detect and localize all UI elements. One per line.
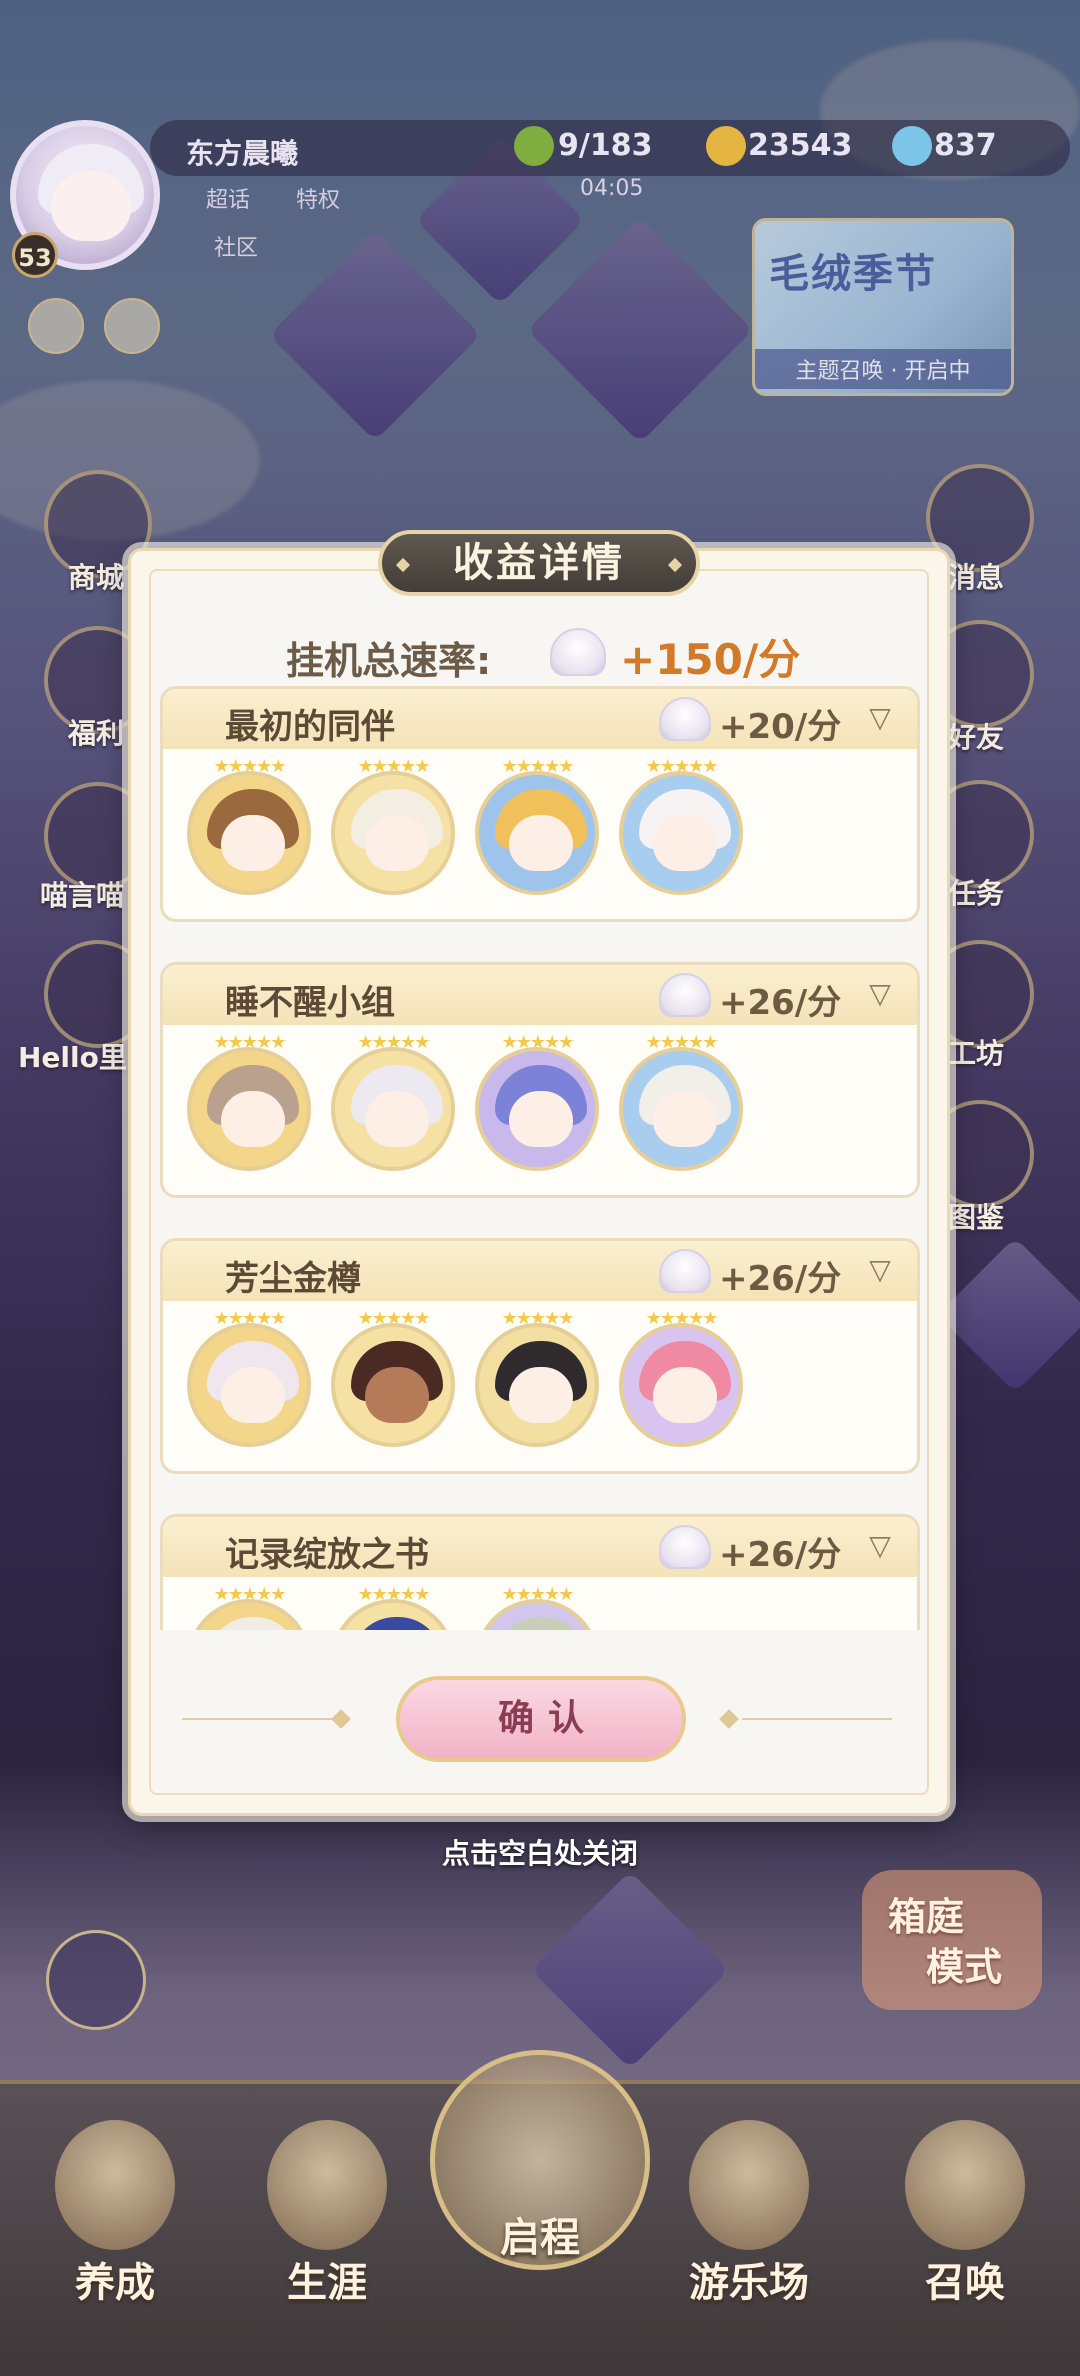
welfare-label: 福利 [68, 717, 125, 750]
nav-journey-label: 启程 [500, 2215, 580, 2261]
group-card: 睡不醒小组 +26/分 ▽ ★★★★★ ★★★★★ ★★★★★ ★★★★★ [160, 962, 920, 1198]
shell-icon [659, 1249, 711, 1293]
group-rate: +26/分 [719, 983, 842, 1023]
nav-summon-label: 召唤 [925, 2260, 1005, 2306]
nav-cultivate-label: 养成 [75, 2260, 155, 2306]
expand-arrow-icon[interactable]: ▽ [863, 701, 897, 735]
banner-title: 毛绒季节 [769, 251, 937, 297]
shell-icon [659, 1525, 711, 1569]
friends-label: 好友 [948, 721, 1005, 754]
gift-icon[interactable] [28, 298, 84, 354]
player-level-badge: 53 [12, 232, 58, 278]
event-banner[interactable]: 毛绒季节 主题召唤 · 开启中 [752, 218, 1014, 396]
cultivate-icon [55, 2120, 175, 2250]
character-avatar[interactable] [619, 771, 743, 895]
group-name: 最初的同伴 [225, 707, 395, 747]
nav-journey[interactable]: 启程 [430, 2050, 650, 2270]
title-dot-right [667, 557, 683, 573]
character-avatar[interactable] [187, 1047, 311, 1171]
workshop-label: 工坊 [948, 1037, 1005, 1070]
coin-icon [706, 126, 746, 166]
group-name: 睡不醒小组 [225, 983, 395, 1023]
coin-count[interactable]: 23543 [748, 128, 852, 163]
character-avatar[interactable] [187, 1323, 311, 1447]
divider-line [742, 1718, 892, 1720]
group-list[interactable]: 最初的同伴 +20/分 ▽ ★★★★★ ★★★★★ ★★★★★ ★★★★★ 睡不… [160, 686, 920, 1630]
group-rate: +26/分 [719, 1535, 842, 1575]
shell-icon [550, 628, 606, 676]
garden-label-1: 箱庭 [888, 1895, 965, 1939]
nav-cultivate[interactable]: 养成 [20, 2100, 210, 2350]
character-avatar[interactable] [475, 1047, 599, 1171]
total-rate-value: +150/分 [620, 635, 801, 684]
group-card: 记录绽放之书 +26/分 ▽ ★★★★★ ★★★★★ ★★★★★ [160, 1514, 920, 1630]
nav-playground[interactable]: 游乐场 [654, 2100, 844, 2350]
hello-label: Hello里 [18, 1041, 127, 1074]
close-hint: 点击空白处关闭 [441, 1837, 638, 1870]
garden-label-2: 模式 [926, 1945, 1003, 1989]
tag-community[interactable]: 社区 [214, 230, 258, 262]
total-rate-label: 挂机总速率: [286, 639, 492, 683]
shell-icon [659, 697, 711, 741]
divider-line [182, 1718, 332, 1720]
confirm-label: 确认 [497, 1698, 598, 1739]
player-name: 东方晨曦 [186, 137, 299, 170]
nav-playground-label: 游乐场 [689, 2260, 809, 2306]
crown-icon [267, 2120, 387, 2250]
garden-mode-button[interactable]: 箱庭 模式 [862, 1870, 1042, 2010]
bird-icon[interactable] [104, 298, 160, 354]
group-rate: +26/分 [719, 1259, 842, 1299]
group-card: 芳尘金樽 +26/分 ▽ ★★★★★ ★★★★★ ★★★★★ ★★★★★ [160, 1238, 920, 1474]
nav-career[interactable]: 生涯 [232, 2100, 422, 2350]
group-name: 记录绽放之书 [225, 1535, 429, 1575]
moon-icon[interactable] [46, 1930, 146, 2030]
message-label: 消息 [948, 561, 1005, 594]
tasks-label: 任务 [948, 877, 1005, 910]
meow-label: 喵言喵 [40, 879, 125, 912]
avatar-face [51, 171, 131, 241]
expand-arrow-icon[interactable]: ▽ [863, 1253, 897, 1287]
gem-icon [892, 126, 932, 166]
character-avatar[interactable] [331, 1047, 455, 1171]
expand-arrow-icon[interactable]: ▽ [863, 1529, 897, 1563]
character-avatar[interactable] [187, 771, 311, 895]
character-avatar[interactable] [619, 1047, 743, 1171]
group-name: 芳尘金樽 [225, 1259, 361, 1299]
shop-label: 商城 [68, 561, 125, 594]
character-avatar[interactable] [619, 1323, 743, 1447]
modal-title: 收益详情 [453, 540, 625, 586]
banner-subtitle: 主题召唤 · 开启中 [755, 349, 1011, 389]
gallery-label: 图鉴 [948, 1201, 1005, 1234]
summon-card-icon [905, 2120, 1025, 2250]
clover-count[interactable]: 9/183 [558, 128, 652, 163]
shell-icon [659, 973, 711, 1017]
expand-arrow-icon[interactable]: ▽ [863, 977, 897, 1011]
group-card: 最初的同伴 +20/分 ▽ ★★★★★ ★★★★★ ★★★★★ ★★★★★ [160, 686, 920, 922]
character-avatar[interactable] [475, 1323, 599, 1447]
tag-privilege[interactable]: 特权 [296, 182, 340, 214]
nav-career-label: 生涯 [287, 2260, 367, 2306]
tag-chaohua[interactable]: 超话 [206, 182, 250, 214]
nav-summon[interactable]: 召唤 [870, 2100, 1060, 2350]
character-avatar[interactable] [475, 771, 599, 895]
character-avatar[interactable] [331, 771, 455, 895]
gem-count[interactable]: 837 [934, 128, 997, 163]
playground-icon [689, 2120, 809, 2250]
confirm-button[interactable]: 确认 [396, 1676, 686, 1762]
clover-icon [514, 126, 554, 166]
modal-title-pill: 收益详情 [378, 530, 700, 596]
refresh-timer: 04:05 [580, 176, 644, 201]
title-dot-left [395, 557, 411, 573]
group-rate: +20/分 [719, 707, 842, 747]
character-avatar[interactable] [331, 1323, 455, 1447]
